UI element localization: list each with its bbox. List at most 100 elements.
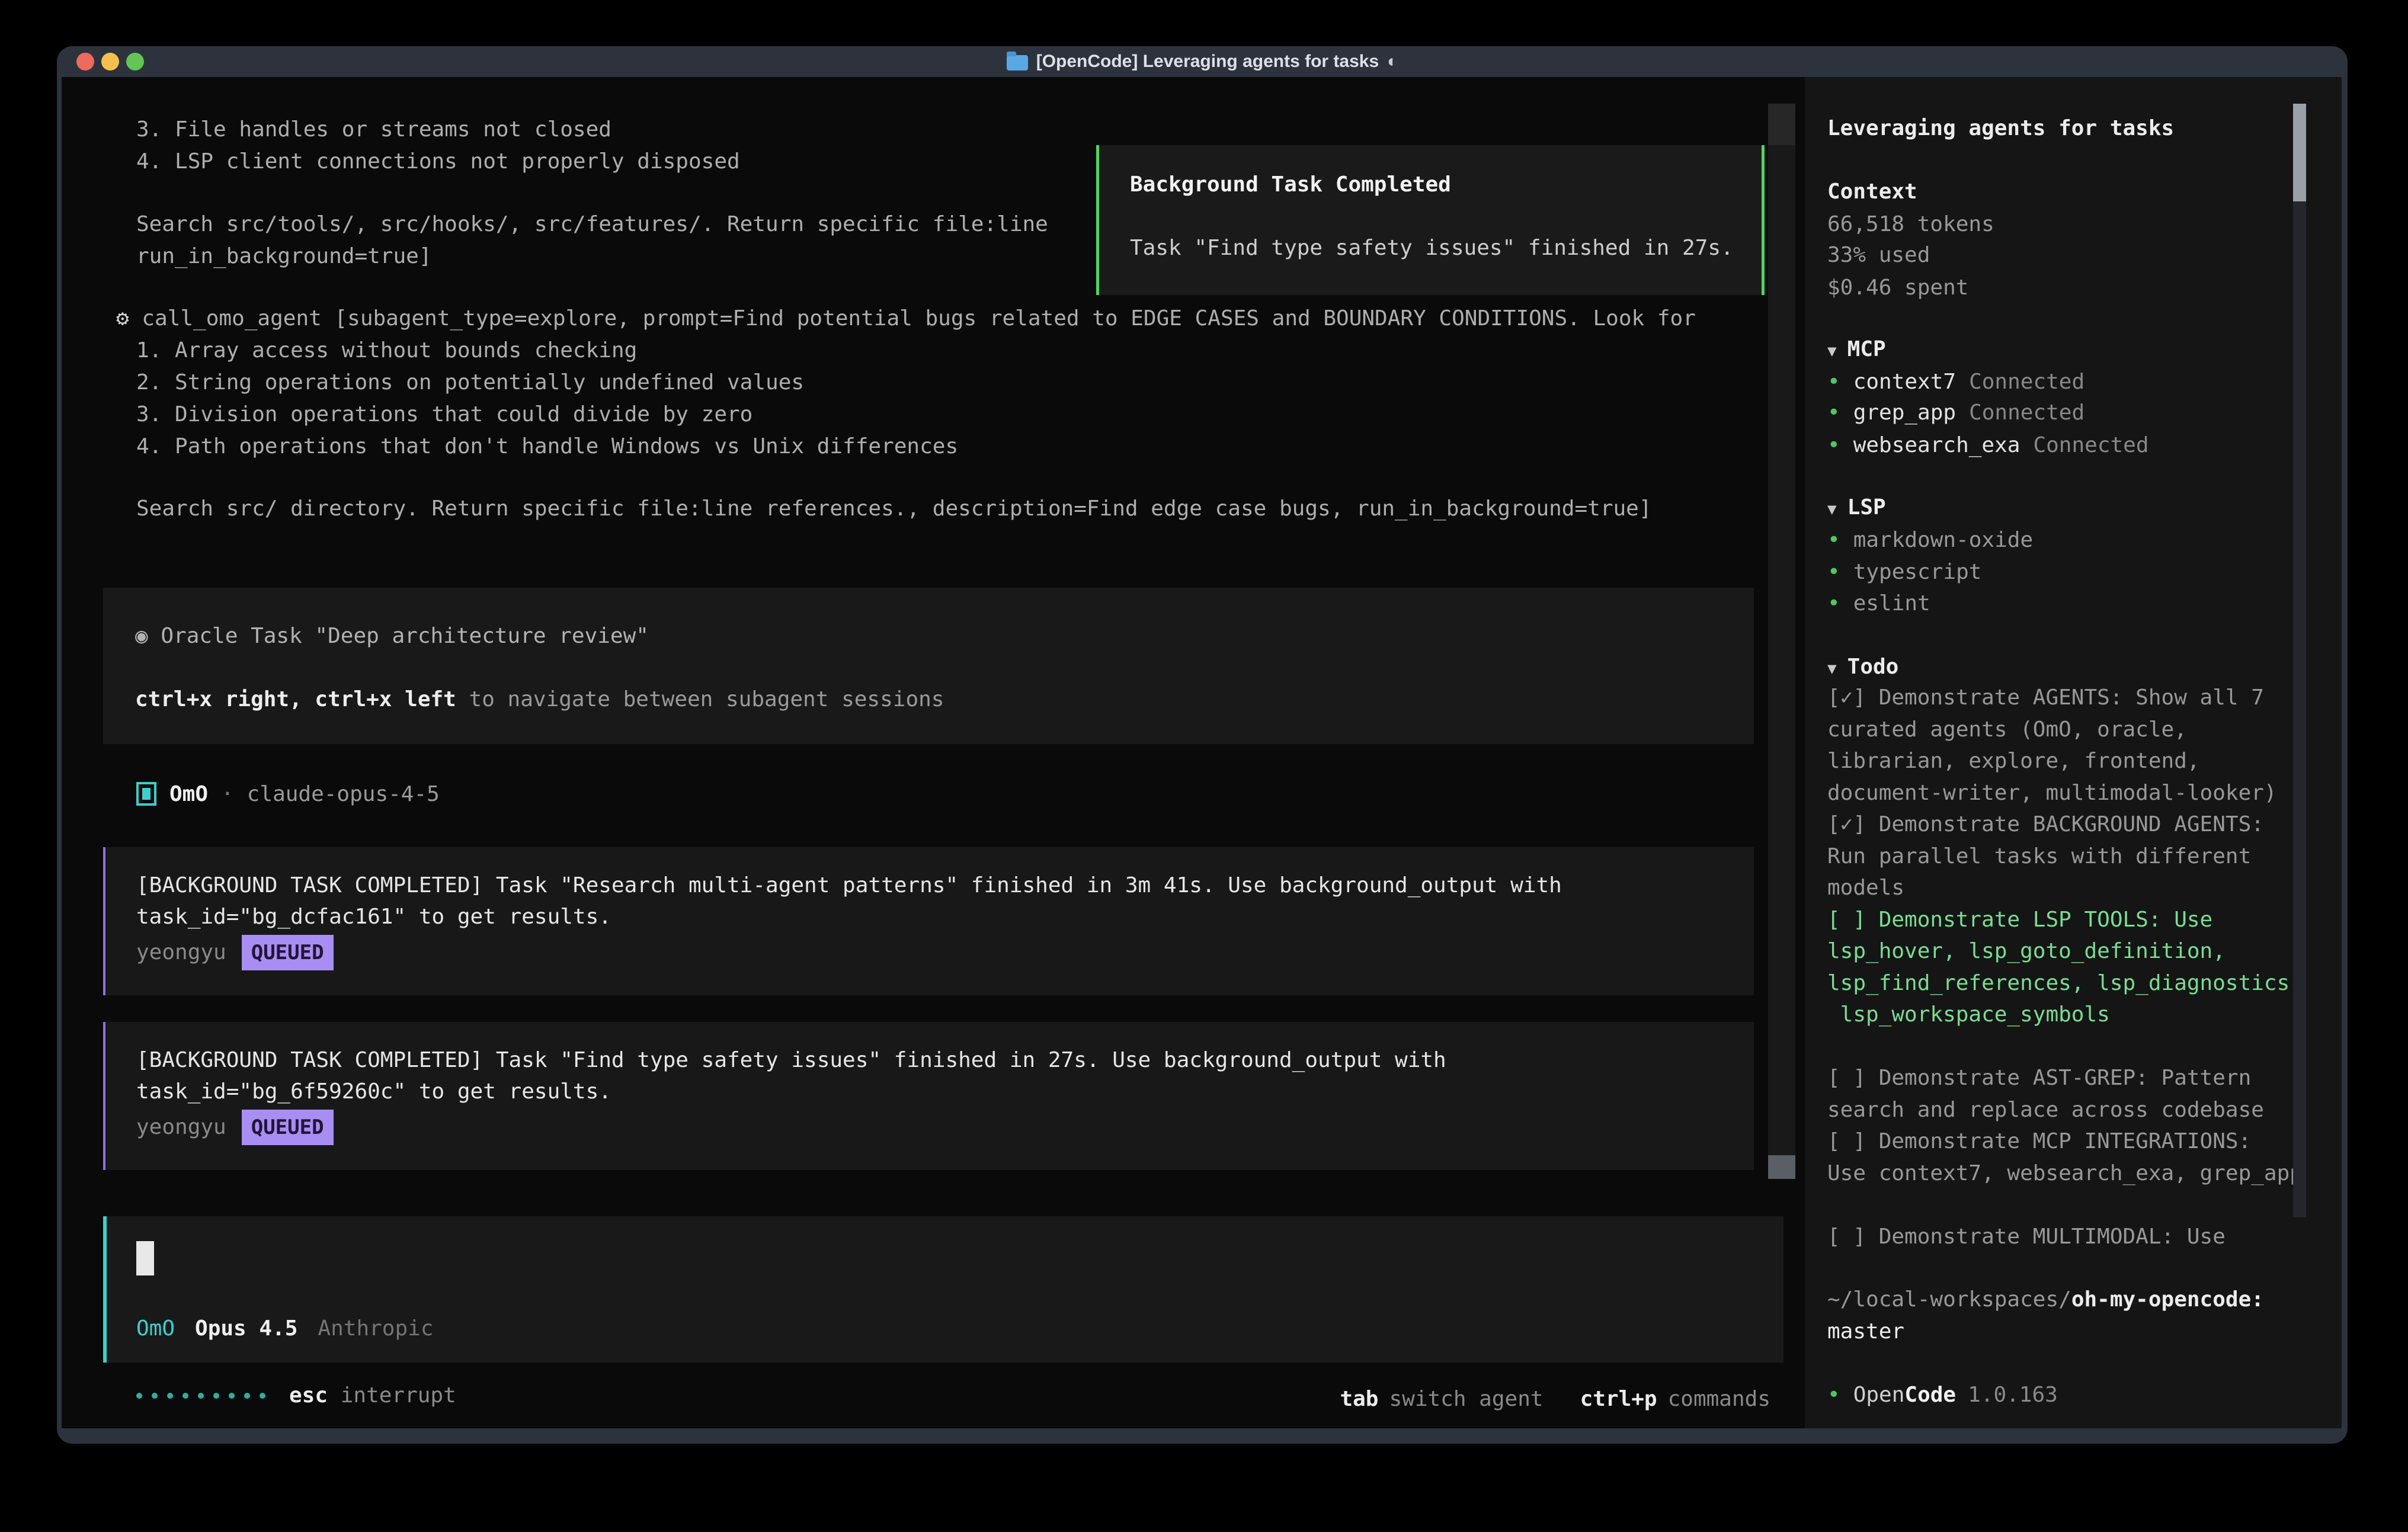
status-bar: esc interrupt tab switch agent ctrl+p co… <box>62 1383 1805 1415</box>
gear-icon: ⚙ <box>116 306 129 331</box>
lsp-item: •eslint <box>1827 588 1930 620</box>
lsp-item: •typescript <box>1827 556 1981 588</box>
oracle-task-hint: ctrl+x right, ctrl+x left to navigate be… <box>135 684 944 716</box>
chevron-down-icon: ▼ <box>1827 342 1837 360</box>
chevron-down-icon: ▼ <box>1827 501 1837 518</box>
title-bar: [OpenCode] Leveraging agents for tasks ◐ <box>57 46 2348 77</box>
context-tokens: 66,518 tokens <box>1827 209 1994 241</box>
prompt-input[interactable]: OmO Opus 4.5 Anthropic <box>103 1216 1783 1363</box>
mcp-item: •grep_appConnected <box>1827 397 2084 429</box>
mcp-item: •websearch_exaConnected <box>1827 430 2149 461</box>
todo-line: lsp_find_references, lsp_diagnostics, <box>1827 967 2303 999</box>
spinner-dot-icon <box>182 1393 188 1399</box>
status-dot-icon: • <box>1827 430 1840 461</box>
keyboard-shortcuts: ctrl+x right, ctrl+x left <box>135 687 456 711</box>
mcp-section-header[interactable]: ▼ MCP <box>1827 334 1886 367</box>
todo-line: Use context7, websearch_exa, grep_app <box>1827 1158 2303 1190</box>
terminal-main-pane[interactable]: 3. File handles or streams not closed 4.… <box>62 77 1805 1428</box>
mcp-heading: MCP <box>1847 337 1886 361</box>
close-button[interactable] <box>76 53 94 70</box>
session-title: Leveraging agents for tasks <box>1827 113 2174 145</box>
context-heading: Context <box>1827 176 1917 208</box>
todo-lines: [✓] Demonstrate AGENTS: Show all 7curate… <box>1827 682 2303 1252</box>
tool-call-item: 4. Path operations that don't handle Win… <box>136 431 958 463</box>
lsp-heading: LSP <box>1847 495 1886 520</box>
spinner <box>136 1393 265 1399</box>
git-branch: master <box>1827 1316 1904 1348</box>
workspace-path: ~/local-workspaces/oh-my-opencode: <box>1827 1284 2264 1316</box>
mcp-status: Connected <box>1969 397 2084 429</box>
todo-heading: Todo <box>1847 655 1899 679</box>
tab-key-hint: tab <box>1340 1383 1378 1415</box>
todo-line: [ ] Demonstrate LSP TOOLS: Use <box>1827 904 2303 936</box>
traffic-lights <box>76 53 144 70</box>
message-text: task_id="bg_6f59260c" to get results. <box>136 1076 611 1108</box>
lsp-section-header[interactable]: ▼ LSP <box>1827 492 1886 525</box>
tool-call-line: ⚙ call_omo_agent [subagent_type=explore,… <box>116 303 1696 335</box>
context-used: 33% used <box>1827 239 1930 271</box>
hint-text: to navigate between subagent sessions <box>456 687 944 711</box>
tab-key-label: switch agent <box>1389 1383 1543 1415</box>
spinner-dot-icon <box>244 1393 250 1399</box>
status-dot-icon: • <box>1827 366 1840 398</box>
session-sidebar: Leveraging agents for tasks Context 66,5… <box>1805 77 2342 1428</box>
window-title: [OpenCode] Leveraging agents for tasks ◐ <box>1007 52 1398 72</box>
tool-call-item: 2. String operations on potentially unde… <box>136 367 804 399</box>
todo-line: [ ] Demonstrate AST-GREP: Pattern <box>1827 1062 2303 1094</box>
active-model-label: Opus 4.5 <box>195 1313 297 1345</box>
todo-line: [✓] Demonstrate BACKGROUND AGENTS: <box>1827 809 2303 841</box>
esc-key-label: interrupt <box>341 1383 456 1408</box>
scrollbar-thumb[interactable] <box>2293 104 2306 201</box>
sidebar-scrollbar[interactable] <box>2293 104 2306 1217</box>
spinner-dot-icon <box>260 1393 265 1399</box>
message-text: task_id="bg_dcfac161" to get results. <box>136 901 611 933</box>
agent-session-row[interactable]: OmO · claude-opus-4-5 <box>136 778 440 810</box>
queued-status-badge: QUEUED <box>242 935 334 970</box>
toast-title: Background Task Completed <box>1130 169 1451 201</box>
tool-call-text: call_omo_agent [subagent_type=explore, p… <box>129 306 1696 331</box>
todo-line: document-writer, multimodal-looker) <box>1827 777 2303 809</box>
status-dot-icon: • <box>1827 556 1840 588</box>
todo-line: search and replace across codebase <box>1827 1094 2303 1126</box>
minimize-button[interactable] <box>101 53 119 70</box>
esc-key-hint: esc <box>289 1383 328 1408</box>
terminal-line: run_in_background=true] <box>136 241 432 273</box>
todo-section-header[interactable]: ▼ Todo <box>1827 651 1898 685</box>
background-task-toast: Background Task Completed Task "Find typ… <box>1096 145 1765 295</box>
app-window: [OpenCode] Leveraging agents for tasks ◐… <box>57 46 2348 1444</box>
ctrlp-key-hint: ctrl+p <box>1580 1383 1657 1415</box>
message-author: yeongyu <box>136 937 226 969</box>
path-prefix: ~/local-workspaces/ <box>1827 1287 2071 1312</box>
zoom-button[interactable] <box>126 53 144 70</box>
scrollbar-segment[interactable] <box>1768 104 1795 145</box>
mcp-status: Connected <box>1969 366 2084 398</box>
background-task-message: [BACKGROUND TASK COMPLETED] Task "Find t… <box>103 1022 1754 1170</box>
todo-line: models <box>1827 872 2303 904</box>
background-task-message: [BACKGROUND TASK COMPLETED] Task "Resear… <box>103 847 1754 995</box>
folder-icon <box>1007 55 1028 70</box>
agent-name: OmO <box>169 782 208 806</box>
spinner-dot-icon <box>213 1393 219 1399</box>
message-text: [BACKGROUND TASK COMPLETED] Task "Find t… <box>136 1044 1446 1076</box>
terminal-line: 3. File handles or streams not closed <box>136 114 611 146</box>
app-version-row: • OpenCode1.0.163 <box>1827 1379 2058 1411</box>
todo-line <box>1827 1031 2303 1063</box>
todo-line: curated agents (OmO, oracle, <box>1827 714 2303 746</box>
spinner-dot-icon <box>229 1393 235 1399</box>
repo-name: oh-my-opencode: <box>2071 1287 2264 1312</box>
message-author: yeongyu <box>136 1111 226 1143</box>
main-scrollbar[interactable] <box>1768 104 1795 1179</box>
spinner-dot-icon <box>152 1393 158 1399</box>
terminal-line: Search src/tools/, src/hooks/, src/featu… <box>136 209 1048 241</box>
tool-call-item: 3. Division operations that could divide… <box>136 399 752 431</box>
todo-line: [✓] Demonstrate AGENTS: Show all 7 <box>1827 682 2303 714</box>
mcp-item: •context7Connected <box>1827 366 2084 398</box>
window-title-text: [OpenCode] Leveraging agents for tasks <box>1036 52 1379 72</box>
message-text: [BACKGROUND TASK COMPLETED] Task "Resear… <box>136 870 1562 902</box>
session-indicator-icon: ◐ <box>1387 52 1398 72</box>
scrollbar-thumb[interactable] <box>1768 1155 1795 1179</box>
model-info-row: OmO Opus 4.5 Anthropic <box>136 1313 434 1345</box>
chevron-down-icon: ▼ <box>1827 660 1837 678</box>
tool-call-line: Search src/ directory. Return specific f… <box>136 493 1652 525</box>
todo-line: lsp_workspace_symbols <box>1827 999 2303 1031</box>
